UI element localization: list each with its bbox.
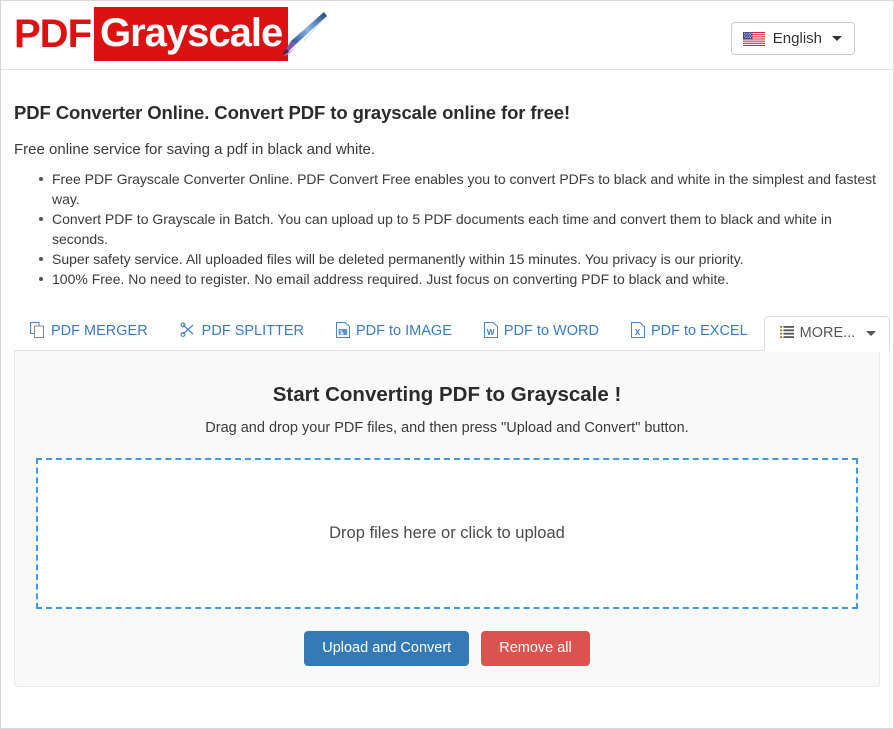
site-logo[interactable]: PDF Grayscale bbox=[14, 7, 330, 61]
svg-text:W: W bbox=[487, 328, 495, 337]
tab-label: PDF SPLITTER bbox=[201, 323, 304, 339]
excel-file-icon: X bbox=[630, 321, 645, 342]
page-subtitle: Free online service for saving a pdf in … bbox=[14, 141, 376, 158]
chevron-down-icon bbox=[866, 330, 877, 336]
language-selector[interactable]: English bbox=[730, 22, 855, 55]
panel-instructions: Drag and drop your PDF files, and then p… bbox=[205, 420, 689, 436]
file-dropzone[interactable]: Drop files here or click to upload bbox=[36, 458, 858, 609]
list-item: Free PDF Grayscale Converter Online. PDF… bbox=[39, 169, 880, 209]
tab-pdf-to-image[interactable]: PDF to IMAGE bbox=[320, 312, 468, 352]
tab-pdf-to-word[interactable]: W PDF to WORD bbox=[468, 312, 615, 352]
image-file-icon bbox=[336, 321, 350, 342]
tab-pdf-to-excel[interactable]: X PDF to EXCEL bbox=[615, 312, 764, 352]
tab-label: PDF to WORD bbox=[503, 323, 599, 339]
browser-page: PDF Grayscale English PDF Converter Onli… bbox=[0, 0, 894, 729]
tool-tabs: PDF MERGER PDF SPLITTER PDF to IMAGE W P… bbox=[1, 312, 893, 352]
copy-pages-icon bbox=[30, 321, 45, 342]
tab-label: PDF to EXCEL bbox=[650, 323, 748, 339]
logo-text-pdf: PDF bbox=[14, 12, 92, 56]
tab-pdf-splitter[interactable]: PDF SPLITTER bbox=[164, 312, 320, 352]
tab-label: PDF to IMAGE bbox=[356, 323, 452, 339]
dropzone-label: Drop files here or click to upload bbox=[329, 524, 565, 542]
converter-panel: Start Converting PDF to Grayscale ! Drag… bbox=[14, 351, 880, 687]
list-item: Convert PDF to Grayscale in Batch. You c… bbox=[39, 209, 880, 249]
upload-and-convert-button[interactable]: Upload and Convert bbox=[304, 631, 470, 667]
tab-pdf-merger[interactable]: PDF MERGER bbox=[14, 312, 164, 352]
us-flag-icon bbox=[742, 31, 765, 46]
list-icon bbox=[779, 325, 794, 342]
scissors-icon bbox=[180, 322, 196, 342]
intro-section: PDF Converter Online. Convert PDF to gra… bbox=[1, 70, 893, 289]
list-item: 100% Free. No need to register. No email… bbox=[39, 269, 880, 289]
site-header: PDF Grayscale English bbox=[1, 1, 893, 70]
page-title: PDF Converter Online. Convert PDF to gra… bbox=[14, 102, 571, 123]
panel-heading: Start Converting PDF to Grayscale ! bbox=[272, 383, 622, 406]
remove-all-button[interactable]: Remove all bbox=[481, 631, 590, 667]
tab-label: PDF MERGER bbox=[51, 323, 148, 339]
tab-label: MORE... bbox=[799, 325, 856, 341]
svg-text:X: X bbox=[635, 328, 641, 337]
feature-list: Free PDF Grayscale Converter Online. PDF… bbox=[14, 169, 880, 289]
chevron-down-icon bbox=[832, 36, 842, 41]
list-item: Super safety service. All uploaded files… bbox=[39, 249, 880, 269]
panel-actions: Upload and Convert Remove all bbox=[15, 609, 879, 667]
tab-more[interactable]: MORE... bbox=[763, 315, 891, 352]
logo-text-grayscale: Grayscale bbox=[94, 7, 289, 61]
language-label: English bbox=[772, 30, 822, 47]
paintbrush-icon bbox=[274, 8, 330, 60]
word-file-icon: W bbox=[483, 321, 498, 342]
